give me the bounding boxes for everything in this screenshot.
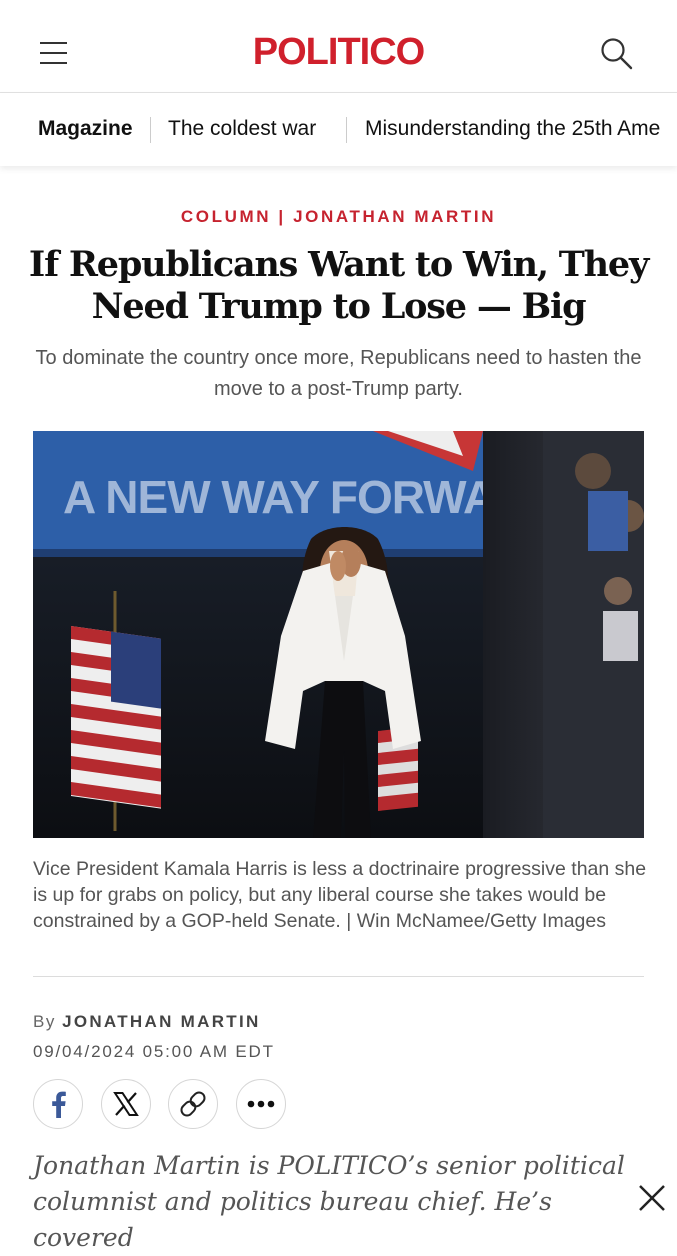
author-link[interactable]: JONATHAN MARTIN xyxy=(62,1012,261,1031)
topic-divider xyxy=(346,117,347,143)
more-icon xyxy=(247,1100,275,1108)
article-photo[interactable]: A NEW WAY FORWARD xyxy=(33,431,644,838)
search-icon[interactable] xyxy=(600,37,634,71)
topic-magazine[interactable]: Magazine xyxy=(38,117,133,141)
topic-nav: Magazine The coldest war Misunderstandin… xyxy=(0,93,677,166)
x-share-button[interactable] xyxy=(101,1079,151,1129)
publish-date: 09/04/2024 05:00 AM EDT xyxy=(33,1042,275,1061)
more-share-button[interactable] xyxy=(236,1079,286,1129)
byline: By JONATHAN MARTIN xyxy=(33,1012,261,1032)
link-icon xyxy=(180,1091,206,1117)
copy-link-button[interactable] xyxy=(168,1079,218,1129)
close-icon[interactable] xyxy=(637,1181,667,1211)
x-icon xyxy=(113,1092,139,1116)
facebook-icon xyxy=(52,1091,66,1118)
byline-prefix: By xyxy=(33,1012,56,1031)
article-headline: If Republicans Want to Win, They Need Tr… xyxy=(28,244,649,327)
article-kicker[interactable]: COLUMN | JONATHAN MARTIN xyxy=(0,207,677,227)
facebook-share-button[interactable] xyxy=(33,1079,83,1129)
site-header: POLITICO xyxy=(0,0,677,93)
topic-coldest-war[interactable]: The coldest war xyxy=(168,117,316,141)
article-dek: To dominate the country once more, Repub… xyxy=(35,347,642,400)
photo-caption: Vice President Kamala Harris is less a d… xyxy=(33,858,647,932)
caption-divider xyxy=(33,976,644,977)
politico-logo[interactable]: POLITICO xyxy=(0,31,677,74)
topic-divider xyxy=(150,117,151,143)
topic-25th-amendment[interactable]: Misunderstanding the 25th Ame xyxy=(365,117,660,141)
author-intro: Jonathan Martin is POLITICO’s senior pol… xyxy=(33,1151,625,1252)
